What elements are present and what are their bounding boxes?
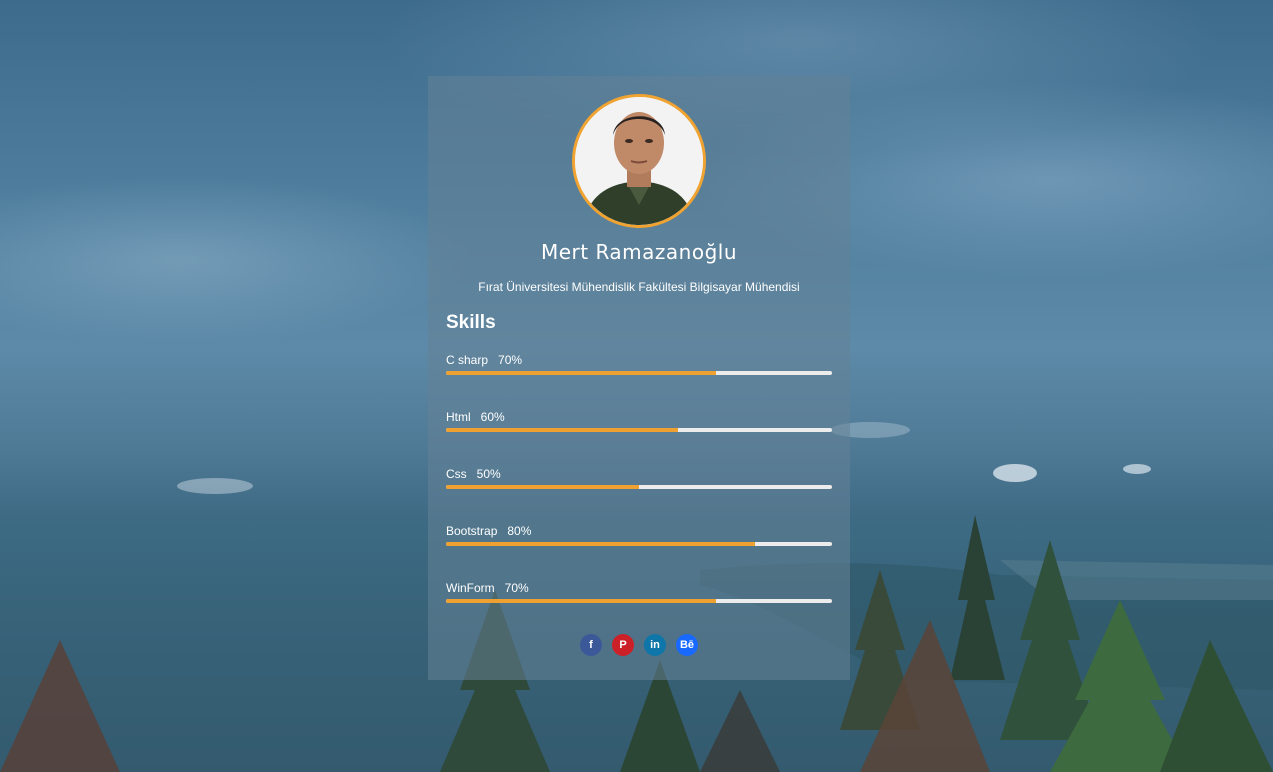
progress-fill	[446, 599, 717, 603]
progress-track	[446, 485, 832, 489]
profile-name: Mert Ramazanoğlu	[540, 240, 738, 264]
behance-icon[interactable]: Bē	[676, 634, 698, 656]
progress-track	[446, 599, 832, 603]
skill-percent: 60%	[480, 410, 505, 424]
skill-css: Css 50%	[446, 466, 832, 489]
avatar	[572, 94, 706, 228]
facebook-icon[interactable]: f	[580, 634, 602, 656]
linkedin-icon[interactable]: in	[644, 634, 666, 656]
skills-heading: Skills	[446, 312, 496, 333]
skill-percent: 80%	[507, 524, 532, 538]
progress-track	[446, 371, 832, 375]
skill-label: C sharp	[446, 353, 489, 367]
skill-percent: 70%	[498, 353, 523, 367]
skill-csharp: C sharp 70%	[446, 352, 832, 375]
skill-label: WinForm	[446, 581, 495, 595]
skill-label: Css	[446, 467, 467, 481]
skill-bootstrap: Bootstrap 80%	[446, 523, 832, 546]
progress-fill	[446, 371, 717, 375]
progress-track	[446, 542, 832, 546]
profile-card: Mert Ramazanoğlu Fırat Üniversitesi Mühe…	[428, 76, 850, 680]
progress-fill	[446, 485, 639, 489]
progress-fill	[446, 428, 678, 432]
skill-label: Bootstrap	[446, 524, 498, 538]
pinterest-icon[interactable]: P	[612, 634, 634, 656]
progress-fill	[446, 542, 755, 546]
profile-photo	[575, 97, 703, 225]
social-links: f P in Bē	[428, 634, 850, 656]
progress-track	[446, 428, 832, 432]
profile-subtitle: Fırat Üniversitesi Mühendislik Fakültesi…	[478, 280, 800, 294]
skill-percent: 70%	[504, 581, 529, 595]
skill-winform: WinForm 70%	[446, 580, 832, 603]
skill-label: Html	[446, 410, 471, 424]
skill-html: Html 60%	[446, 409, 832, 432]
skill-percent: 50%	[476, 467, 501, 481]
